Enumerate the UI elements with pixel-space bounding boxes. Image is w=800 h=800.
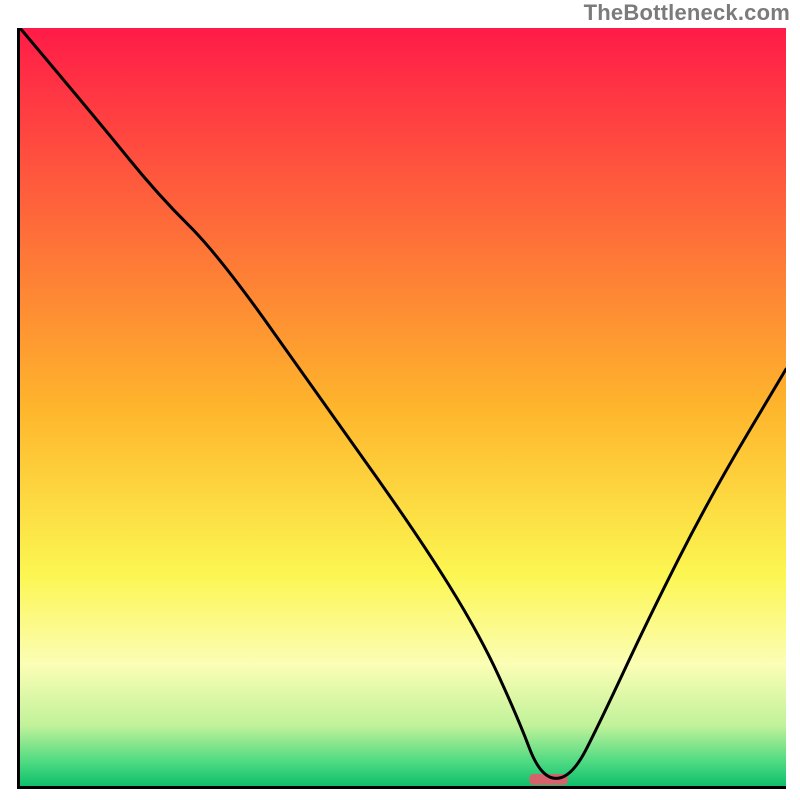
chart-stage: TheBottleneck.com [0,0,800,800]
watermark-text: TheBottleneck.com [584,0,790,26]
gradient-background [20,28,786,786]
plot-area [17,28,786,789]
chart-svg [20,28,786,786]
